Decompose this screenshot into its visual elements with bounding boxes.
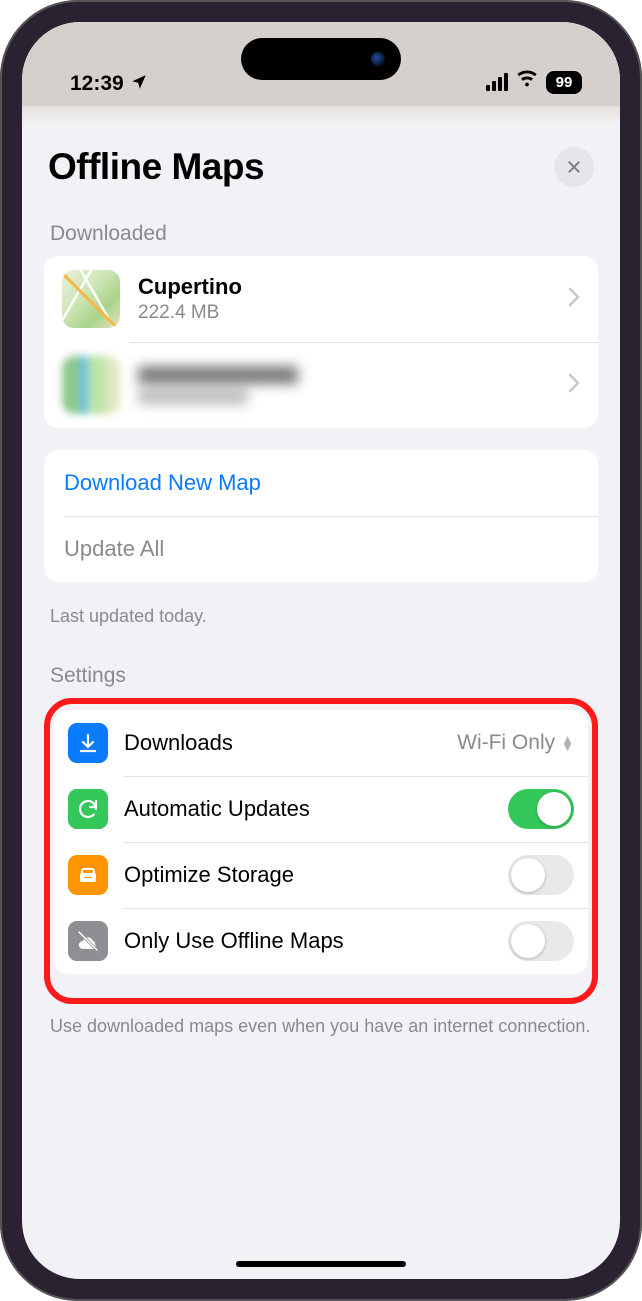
cellular-icon (486, 73, 508, 91)
automatic-updates-setting: Automatic Updates (54, 776, 588, 842)
last-updated-label: Last updated today. (44, 604, 598, 658)
downloads-value: Wi-Fi Only (457, 731, 555, 755)
download-icon (68, 723, 108, 763)
download-size: 222.4 MB (138, 302, 562, 324)
map-thumb-icon (62, 356, 120, 414)
optimize-toggle[interactable] (508, 855, 574, 895)
actions-list: Download New Map Update All (44, 450, 598, 582)
cloud-off-icon (68, 921, 108, 961)
auto-updates-label: Automatic Updates (124, 796, 508, 822)
downloads-setting[interactable]: Downloads Wi-Fi Only ▲▼ (54, 710, 588, 776)
storage-icon (68, 855, 108, 895)
offline-only-label: Only Use Offline Maps (124, 928, 508, 954)
downloads-label: Downloads (124, 730, 457, 756)
offline-only-setting: Only Use Offline Maps (54, 908, 588, 974)
settings-highlight-annotation: Downloads Wi-Fi Only ▲▼ Automatic Update… (44, 698, 598, 1004)
location-icon (130, 73, 148, 96)
close-button[interactable] (554, 147, 594, 187)
battery-indicator: 99 (546, 71, 582, 94)
downloaded-item-redacted[interactable] (44, 342, 598, 428)
home-indicator[interactable] (236, 1261, 406, 1267)
optimize-storage-setting: Optimize Storage (54, 842, 588, 908)
settings-footer-text: Use downloaded maps even when you have a… (44, 1014, 598, 1068)
chevron-right-icon (568, 287, 580, 312)
settings-header: Settings (44, 658, 598, 698)
download-new-map-button[interactable]: Download New Map (44, 450, 598, 516)
selector-arrows-icon: ▲▼ (561, 736, 574, 752)
status-time: 12:39 (70, 72, 124, 96)
close-icon (566, 159, 582, 175)
auto-updates-toggle[interactable] (508, 789, 574, 829)
optimize-label: Optimize Storage (124, 862, 508, 888)
chevron-right-icon (568, 373, 580, 398)
wifi-icon (516, 68, 538, 96)
downloaded-header: Downloaded (44, 216, 598, 256)
refresh-icon (68, 789, 108, 829)
downloaded-list: Cupertino 222.4 MB (44, 256, 598, 428)
settings-list: Downloads Wi-Fi Only ▲▼ Automatic Update… (54, 710, 588, 974)
offline-only-toggle[interactable] (508, 921, 574, 961)
update-all-button[interactable]: Update All (44, 516, 598, 582)
page-title: Offline Maps (48, 146, 264, 188)
map-thumb-icon (62, 270, 120, 328)
redacted-text (138, 366, 562, 404)
downloaded-item-cupertino[interactable]: Cupertino 222.4 MB (44, 256, 598, 342)
download-title: Cupertino (138, 274, 562, 300)
